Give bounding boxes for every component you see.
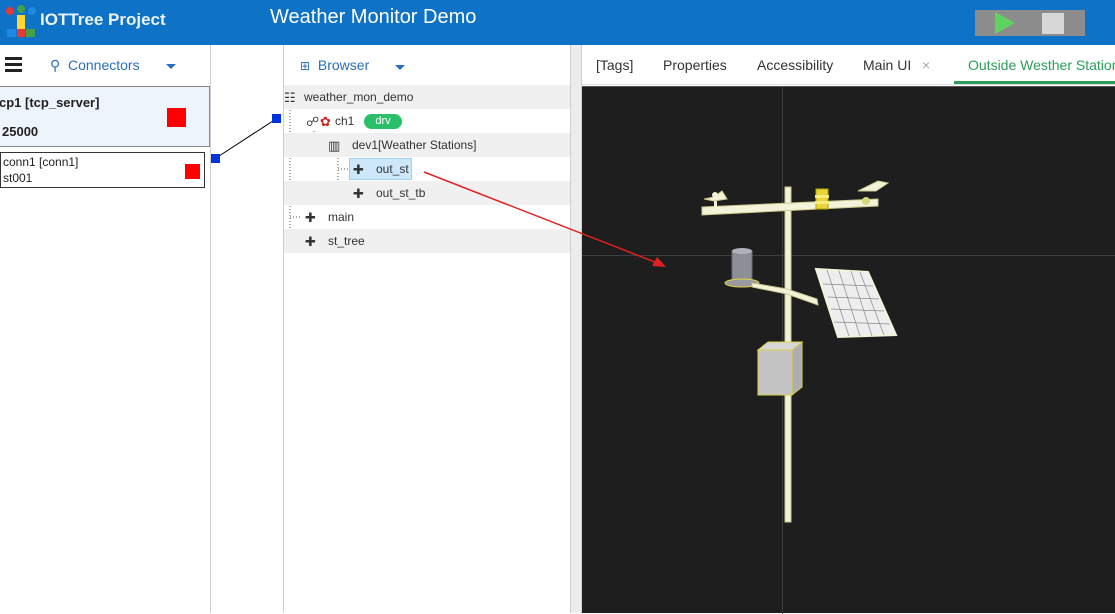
- tree-node-label: dev1[Weather Stations]: [352, 138, 477, 152]
- chevron-down-icon[interactable]: [166, 64, 176, 69]
- puzzle-icon: ✚: [353, 162, 364, 177]
- driver-badge[interactable]: drv: [364, 114, 402, 129]
- device-icon: ▥: [328, 138, 341, 153]
- gear-icon: ✿: [320, 114, 331, 129]
- tcp-server-name: cp1 [tcp_server]: [0, 95, 100, 110]
- tree-node-st-tree[interactable]: ✚ st_tree: [284, 229, 571, 253]
- browser-panel: ⊞ Browser ☷ weather_mon_demo ☍ ✿ ch1 drv…: [283, 45, 571, 613]
- tree-node-ch1[interactable]: ☍ ✿ ch1 drv: [284, 109, 571, 133]
- app-title: IOTTree Project: [40, 10, 166, 29]
- tree-node-label: ch1: [335, 114, 355, 128]
- top-bar: IOTTree Project Weather Monitor Demo: [0, 0, 1115, 45]
- hamburger-icon[interactable]: [5, 57, 22, 75]
- ui-design-canvas[interactable]: [582, 86, 1115, 614]
- tree-node-label: out_st_tb: [376, 186, 426, 200]
- tree-node-out-st-tb[interactable]: ✚ out_st_tb: [284, 181, 571, 205]
- active-tab-indicator: [954, 81, 1115, 84]
- tree-node-main[interactable]: ✚ main: [284, 205, 571, 229]
- play-icon[interactable]: [995, 12, 1015, 34]
- control-box[interactable]: [756, 340, 804, 397]
- sensor-yellow[interactable]: [815, 188, 829, 210]
- tab-properties[interactable]: Properties: [663, 57, 727, 73]
- rain-gauge[interactable]: [724, 248, 760, 288]
- project-title: Weather Monitor Demo: [270, 6, 477, 28]
- editor-tabs: [Tags] Properties Accessibility Main UI …: [582, 45, 1115, 85]
- channel-icon: ☍: [306, 114, 320, 129]
- tab-tags[interactable]: [Tags]: [596, 57, 633, 73]
- weather-station-drawing: [701, 180, 898, 523]
- connection-item[interactable]: conn1 [conn1] st001: [0, 152, 205, 188]
- tcp-server-connector[interactable]: cp1 [tcp_server] 25000: [0, 86, 210, 147]
- stop-icon[interactable]: [1042, 13, 1064, 34]
- connector-status-indicator: [167, 108, 186, 127]
- tab-main-ui[interactable]: Main UI: [863, 57, 911, 73]
- solar-panel[interactable]: [814, 267, 898, 339]
- puzzle-icon: ✚: [305, 210, 316, 225]
- tree-node-label: main: [328, 210, 355, 224]
- connectors-label: Connectors: [68, 57, 140, 73]
- close-icon[interactable]: ×: [922, 57, 930, 73]
- puzzle-icon: ✚: [353, 186, 364, 201]
- tcp-server-port: 25000: [2, 124, 39, 139]
- hierarchy-icon: ☷: [284, 90, 296, 105]
- tree-node-label: st_tree: [328, 234, 365, 248]
- tree-node-root[interactable]: ☷ weather_mon_demo: [284, 85, 571, 109]
- puzzle-icon: ✚: [305, 234, 316, 249]
- connectors-menu[interactable]: ⚲ Connectors: [50, 57, 140, 74]
- tab-outside-station[interactable]: Outside Westher Station: [968, 57, 1115, 73]
- panel-splitter[interactable]: [570, 45, 582, 613]
- connection-station: st001: [3, 171, 33, 185]
- connection-port[interactable]: [211, 154, 220, 163]
- tree-node-label: out_st: [376, 162, 409, 176]
- connection-name: conn1 [conn1]: [3, 155, 79, 169]
- channel-port[interactable]: [272, 114, 281, 123]
- run-control-panel: [975, 10, 1085, 36]
- tab-accessibility[interactable]: Accessibility: [757, 57, 833, 73]
- iottree-logo-icon: [6, 5, 36, 37]
- tree-node-label: weather_mon_demo: [304, 90, 414, 104]
- link-icon: ⚲: [50, 57, 61, 73]
- tree-node-out-st[interactable]: ✚ out_st: [284, 157, 571, 181]
- connection-status-indicator: [185, 164, 200, 179]
- tree-node-dev1[interactable]: ▥ dev1[Weather Stations]: [284, 133, 571, 157]
